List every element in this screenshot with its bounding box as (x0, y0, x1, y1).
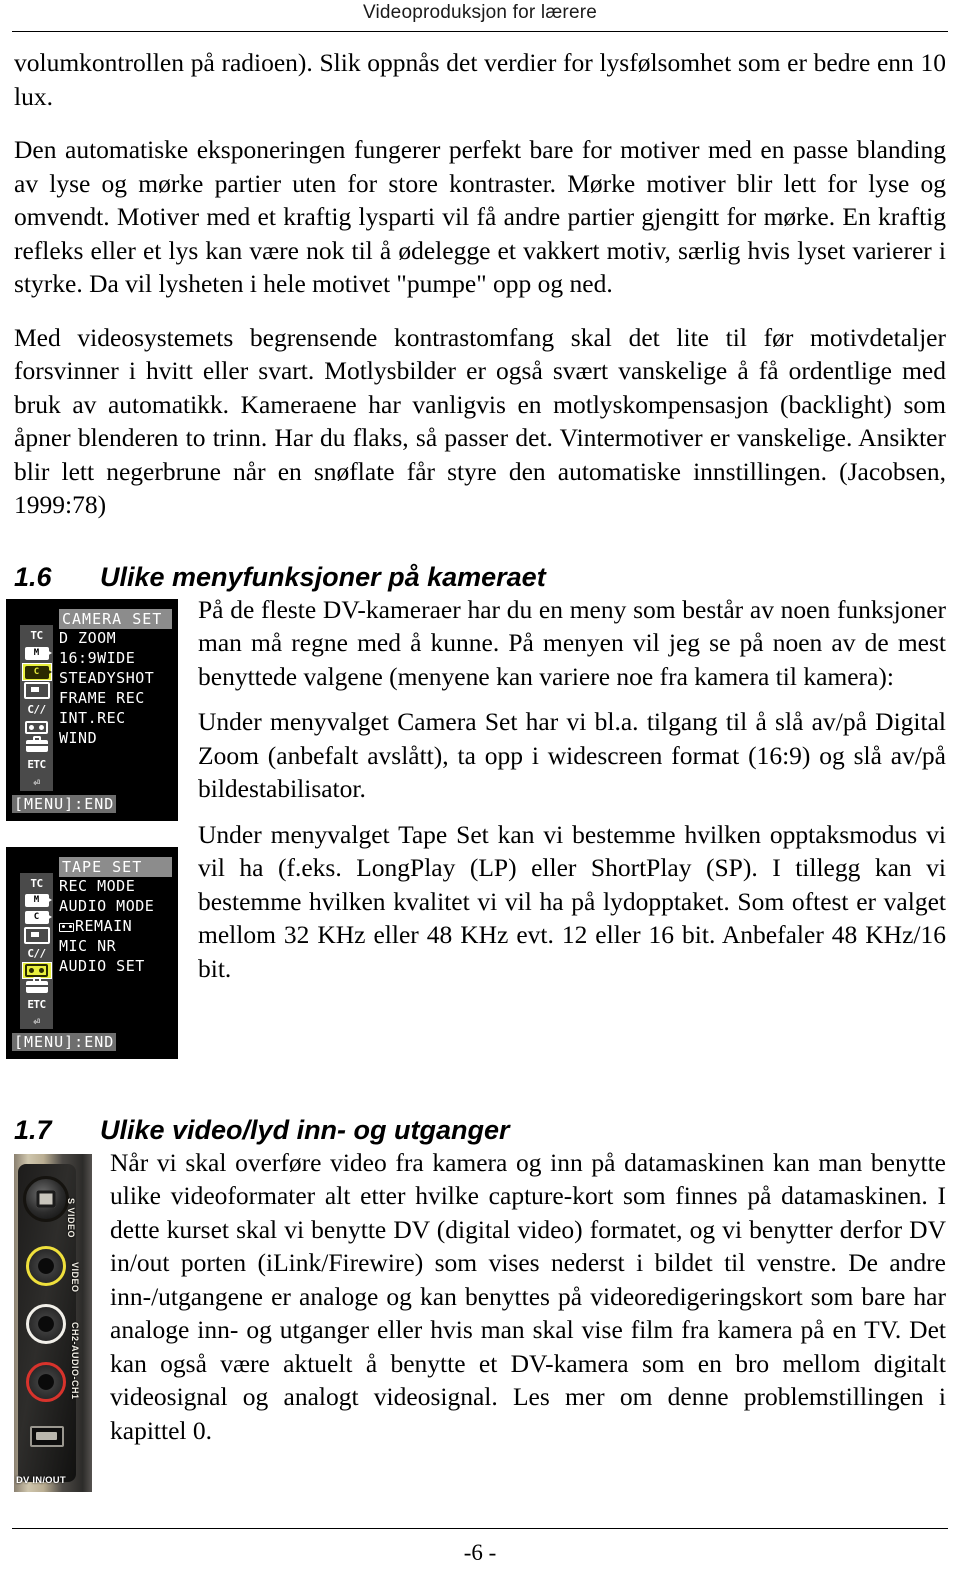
audio-jacks-label: CH2-AUDIO-CH1 (70, 1321, 80, 1400)
paragraph-video-transfer: Når vi skal overføre video fra kamera og… (110, 1147, 946, 1445)
camera-set-menu-list: CAMERA SET D ZOOM 16:9WIDE STEADYSHOT FR… (59, 608, 172, 813)
menu-item-remain: REMAIN (59, 917, 172, 937)
menu-item-steadyshot: STEADYSHOT (59, 669, 155, 688)
footer-divider (12, 1528, 948, 1529)
document-page: Videoproduksjon for lærere volumkontroll… (0, 0, 960, 1588)
camera-set-menu-footer: [MENU]:END (12, 794, 117, 813)
tape-set-lcd: TC M C C// ETC ⏎ TAPE SET REC MODE AUDIO… (12, 856, 172, 1051)
s-video-port-icon (23, 1175, 69, 1222)
tc-icon: TC (30, 629, 43, 643)
section-heading-1-6: 1.6 Ulike menyfunksjoner på kameraet (14, 562, 946, 593)
figure-camera-connector-panel: S VIDEO VIDEO CH2-AUDIO-CH1 DV IN/OUT (14, 1153, 92, 1492)
header-divider (12, 31, 948, 32)
page-number: -6 - (463, 1540, 497, 1565)
menu-item-wind: WIND (59, 728, 98, 747)
audio-ch1-rca-jack-icon (26, 1303, 66, 1344)
lcd-set-icon: C// (27, 946, 46, 960)
document-content: volumkontrollen på radioen). Slik oppnås… (6, 46, 946, 1498)
menu-item-int-rec: INT.REC (59, 709, 126, 727)
paragraph-intro: volumkontrollen på radioen). Slik oppnås… (14, 48, 946, 111)
section-title-1-7: Ulike video/lyd inn- og utganger (100, 1114, 510, 1145)
camera-set-menu-title: CAMERA SET (59, 608, 172, 630)
figure-tape-set-menu: TC M C C// ETC ⏎ TAPE SET REC MODE AUDIO… (6, 846, 178, 1059)
paragraph-contrast-range: Med videosystemets begrensende kontrasto… (14, 322, 946, 520)
setup-menu-icon (23, 735, 51, 754)
tape-set-icon (23, 720, 51, 736)
menu-item-d-zoom: D ZOOM (59, 629, 117, 648)
figure-camera-set-menu: TC M C C// ETC ⏎ CAMERA SET D ZOOM 16:9W… (6, 598, 178, 821)
etc-icon: ETC (27, 757, 46, 771)
camera-set-icon: C (21, 662, 52, 682)
menu-item-rec-mode: REC MODE (59, 877, 136, 896)
firewire-dv-port-icon (30, 1425, 64, 1447)
section-number-1-7: 1.7 (14, 1114, 52, 1145)
audio-ch2-rca-jack-icon (26, 1361, 66, 1402)
tape-set-icon (21, 961, 52, 979)
etc-icon: ETC (27, 997, 46, 1011)
menu-item-mic-nr: MIC NR (59, 937, 117, 956)
section-heading-1-7: 1.7 Ulike video/lyd inn- og utganger (14, 1115, 946, 1146)
vcr-set-icon (23, 682, 51, 700)
cassette-icon (59, 922, 74, 932)
camera-set-icon: C (23, 910, 52, 925)
return-icon: ⏎ (33, 1014, 40, 1028)
return-icon: ⏎ (33, 775, 40, 789)
tape-set-icon-column: TC M C C// ETC ⏎ (20, 872, 53, 1029)
tape-set-menu-title: TAPE SET (59, 856, 172, 878)
s-video-label: S VIDEO (66, 1197, 76, 1238)
menu-item-audio-mode: AUDIO MODE (59, 897, 155, 916)
menu-item-audio-set: AUDIO SET (59, 957, 145, 975)
camera-set-lcd: TC M C C// ETC ⏎ CAMERA SET D ZOOM 16:9W… (12, 608, 172, 813)
lcd-set-icon: C// (27, 702, 46, 716)
tc-icon: TC (30, 876, 43, 890)
tape-set-menu-footer: [MENU]:END (12, 1032, 117, 1051)
vcr-set-icon (23, 926, 51, 944)
camera-set-icon-column: TC M C C// ETC ⏎ (20, 624, 53, 791)
video-rca-jack-icon (26, 1245, 66, 1286)
video-jack-label: VIDEO (70, 1261, 80, 1293)
menu-item-16-9-wide: 16:9WIDE (59, 649, 136, 668)
tape-set-menu-list: TAPE SET REC MODE AUDIO MODE REMAIN MIC … (59, 856, 172, 1051)
section-title-1-6: Ulike menyfunksjoner på kameraet (100, 561, 546, 592)
paragraph-automatic-exposure: Den automatiske eksponeringen fungerer p… (14, 135, 946, 298)
dv-in-out-label: DV IN/OUT (16, 1474, 66, 1486)
header-title: Videoproduksjon for lærere (362, 2, 598, 23)
section-number-1-6: 1.6 (14, 561, 52, 592)
manual-camcorder-icon: M (23, 893, 52, 908)
page-header: Videoproduksjon for lærere (0, 0, 960, 36)
manual-camcorder-icon: M (23, 646, 52, 662)
menu-item-frame-rec: FRAME REC (59, 689, 145, 708)
setup-menu-icon (23, 977, 51, 995)
